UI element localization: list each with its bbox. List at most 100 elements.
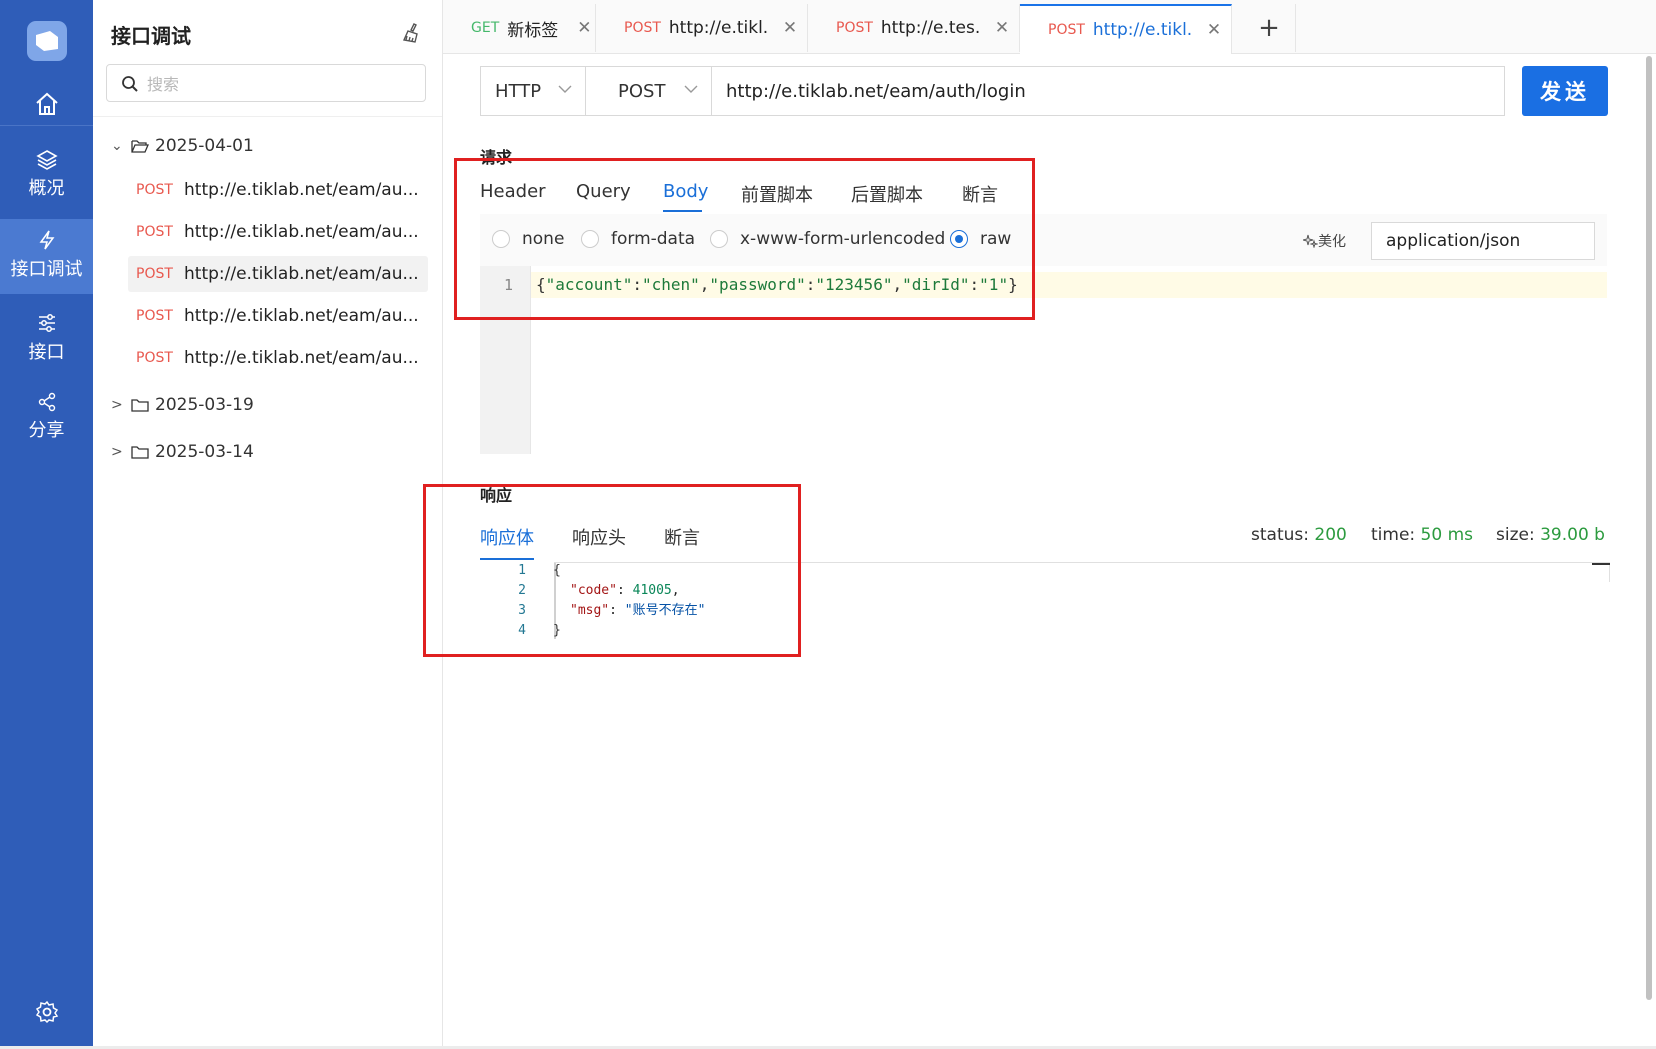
nav-share-label: 分享	[28, 420, 65, 441]
tab-query[interactable]: Query	[576, 181, 631, 202]
search-input[interactable]	[145, 71, 419, 97]
close-icon[interactable]: ✕	[1207, 20, 1221, 40]
line-number: 4	[518, 623, 526, 638]
nav-api-debug[interactable]: 接口调试	[0, 219, 93, 294]
tab-response-assertion[interactable]: 断言	[664, 524, 700, 550]
tab-response-headers[interactable]: 响应头	[572, 524, 626, 550]
folder-name: 2025-04-01	[155, 136, 254, 156]
tab-assertion[interactable]: 断言	[962, 181, 998, 207]
chevron-down-icon	[558, 85, 572, 93]
status-value: 200	[1314, 525, 1347, 545]
add-tab-button[interactable]: +	[1243, 4, 1296, 52]
nav-overview-label: 概况	[28, 178, 65, 199]
search-box[interactable]	[106, 64, 426, 102]
response-line: "code": 41005,	[570, 583, 680, 598]
sidebar-request-item[interactable]: POST http://e.tiklab.net/eam/au...	[128, 172, 428, 208]
sparkle-icon	[1302, 234, 1319, 249]
nav-overview[interactable]: 概况	[0, 148, 93, 200]
request-tab-bar: GET 新标签 ✕ POST http://e.tikl... ✕ POST h…	[443, 0, 1656, 54]
send-button[interactable]: 发送	[1522, 66, 1608, 116]
sidebar-request-item[interactable]: POST http://e.tiklab.net/eam/au...	[128, 340, 428, 376]
content-type-select[interactable]: application/json	[1371, 222, 1595, 260]
tab-new[interactable]: GET 新标签 ✕	[443, 4, 596, 52]
active-tab-indicator	[480, 558, 534, 560]
radio-urlencoded[interactable]: x-www-form-urlencoded	[710, 229, 945, 249]
sidebar-request-item-selected[interactable]: POST http://e.tiklab.net/eam/au...	[128, 256, 428, 292]
request-url: http://e.tiklab.net/eam/au...	[184, 306, 419, 326]
response-size: size: 39.00 b	[1496, 525, 1605, 545]
sidebar-request-item[interactable]: POST http://e.tiklab.net/eam/au...	[128, 214, 428, 250]
size-label: size:	[1496, 525, 1535, 545]
line-number: 1	[504, 276, 514, 294]
response-viewer[interactable]	[554, 562, 1610, 582]
chevron-right-icon: >	[111, 397, 123, 413]
tab-body[interactable]: Body	[663, 181, 708, 202]
scrollbar[interactable]	[1646, 56, 1652, 1000]
tab-response-body[interactable]: 响应体	[480, 524, 534, 550]
sidebar-request-item[interactable]: POST http://e.tiklab.net/eam/au...	[128, 298, 428, 334]
collapse-icon[interactable]	[1592, 563, 1610, 565]
body-type-bar: none form-data x-www-form-urlencoded raw…	[480, 214, 1607, 266]
request-method: POST	[136, 350, 173, 366]
chevron-down-icon: ⌄	[111, 138, 123, 154]
folder-2025-04-01[interactable]: ⌄ 2025-04-01	[111, 134, 254, 158]
sidebar-divider	[93, 116, 442, 117]
folder-name: 2025-03-19	[155, 395, 254, 415]
protocol-select[interactable]: HTTP	[480, 66, 586, 116]
app-logo	[27, 21, 67, 61]
radio-circle	[492, 230, 510, 248]
beautify-button[interactable]: 美化	[1302, 231, 1346, 251]
nav-api[interactable]: 接口	[0, 312, 93, 364]
close-icon[interactable]: ✕	[995, 18, 1009, 38]
line-number: 1	[518, 563, 526, 578]
gear-icon	[35, 1000, 58, 1024]
tab-title: http://e.tikl...	[1092, 20, 1193, 40]
chevron-down-icon	[684, 85, 698, 93]
time-value: 50 ms	[1420, 525, 1473, 545]
radio-circle	[710, 230, 728, 248]
close-icon[interactable]: ✕	[783, 18, 797, 38]
request-method: POST	[136, 266, 173, 282]
close-icon[interactable]: ✕	[577, 18, 591, 38]
settings-button[interactable]	[0, 1000, 93, 1028]
nav-share[interactable]: 分享	[0, 392, 93, 442]
search-icon	[122, 76, 138, 92]
beautify-label: 美化	[1318, 234, 1346, 250]
tab-header[interactable]: Header	[480, 181, 546, 202]
response-line: }	[553, 623, 561, 638]
tab-request[interactable]: POST http://e.tes... ✕	[808, 4, 1020, 52]
method-value: POST	[618, 80, 666, 102]
home-icon	[35, 92, 58, 115]
clear-broom-icon[interactable]	[400, 21, 424, 45]
tab-method: POST	[1048, 22, 1085, 38]
tab-request[interactable]: POST http://e.tikl... ✕	[596, 4, 808, 52]
request-url: http://e.tiklab.net/eam/au...	[184, 348, 419, 368]
response-line: {	[553, 563, 561, 578]
tab-request-active[interactable]: POST http://e.tikl... ✕	[1020, 4, 1232, 54]
folder-2025-03-19[interactable]: > 2025-03-19	[111, 393, 254, 417]
folder-icon	[131, 445, 149, 459]
radio-form-data[interactable]: form-data	[581, 229, 695, 249]
tab-title: 新标签	[507, 20, 559, 41]
radio-label: form-data	[611, 229, 696, 249]
url-input[interactable]: http://e.tiklab.net/eam/auth/login	[711, 66, 1505, 116]
request-body-editor[interactable]: {"account":"chen","password":"123456","d…	[531, 272, 1607, 298]
radio-none[interactable]: none	[492, 229, 564, 249]
radio-label: raw	[980, 229, 1012, 249]
tab-pre-script[interactable]: 前置脚本	[741, 181, 813, 207]
tab-post-script[interactable]: 后置脚本	[851, 181, 923, 207]
left-nav: 概况 接口调试 接口 分享	[0, 0, 93, 1049]
nav-home[interactable]	[0, 90, 93, 122]
response-status: status: 200	[1251, 525, 1347, 545]
response-section-title: 响应	[480, 486, 513, 505]
folder-2025-03-14[interactable]: > 2025-03-14	[111, 440, 254, 464]
method-select[interactable]: POST	[585, 66, 712, 116]
tab-method: POST	[836, 20, 873, 36]
status-label: status:	[1251, 525, 1309, 545]
protocol-value: HTTP	[495, 80, 542, 102]
folder-open-icon	[131, 139, 149, 153]
radio-raw[interactable]: raw	[950, 229, 1011, 249]
radio-label: x-www-form-urlencoded	[740, 229, 946, 249]
layers-icon	[35, 150, 58, 170]
size-value: 39.00 b	[1540, 525, 1605, 545]
